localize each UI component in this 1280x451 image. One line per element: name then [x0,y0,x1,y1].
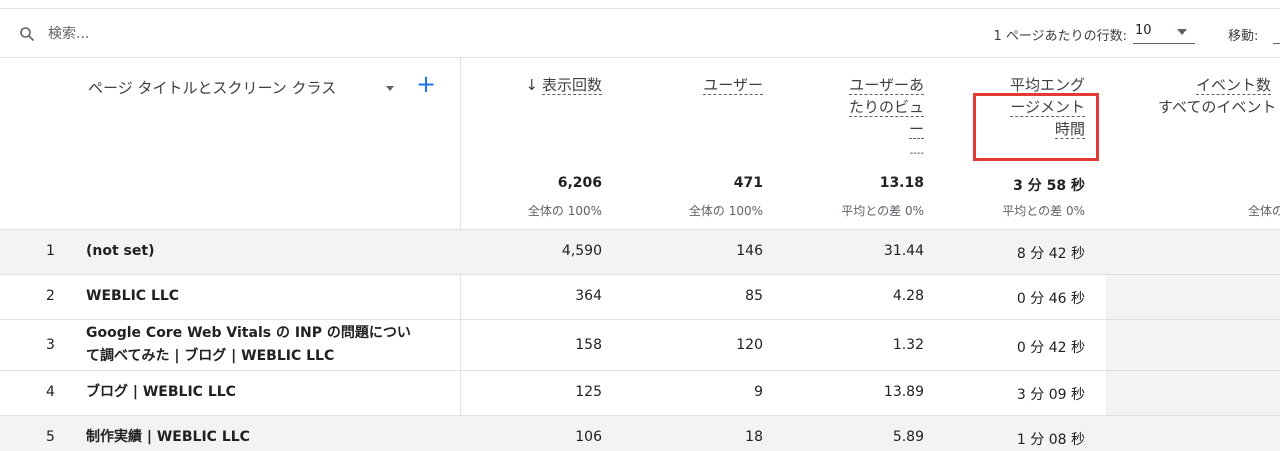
table-row[interactable]: 5 制作実績 | WEBLIC LLC 106 18 5.89 1 分 08 秒 [0,415,1280,451]
row-views: 364 [575,288,602,304]
total-views: 6,206 [557,175,602,191]
row-dimension: ブログ | WEBLIC LLC [86,384,236,400]
total-events-sub: 全体の [1248,204,1280,218]
row-views-per-user: 1.32 [892,337,924,353]
row-views: 125 [575,384,602,400]
search-input[interactable] [48,24,348,44]
header-users-label: ユーザー [703,76,763,95]
header-views-per-user[interactable]: ユーザーあ たりのビュ ー ---- [848,74,924,165]
header-event-count[interactable]: イベント数 すべてのイベント [1158,74,1276,118]
rows-per-page-label: 1 ページあたりの行数: [993,29,1127,44]
header-vpu-line3: ー [908,120,924,139]
add-dimension-button[interactable]: + [416,72,436,96]
row-avg-engagement-time: 0 分 42 秒 [1016,340,1085,356]
row-views-per-user: 31.44 [883,243,924,259]
header-vpu-line4: ---- [909,148,924,159]
table-row[interactable]: 2 WEBLIC LLC 364 85 4.28 0 分 46 秒 [0,274,1280,320]
total-views-per-user: 13.18 [879,175,924,191]
row-index: 1 [46,243,55,259]
search-icon [20,27,35,42]
row-index: 4 [46,384,55,400]
header-events-line2: すべてのイベント [1158,98,1277,116]
table-row[interactable]: 1 (not set) 4,590 146 31.44 8 分 42 秒 [0,229,1280,275]
total-users: 471 [733,175,763,191]
total-users-sub: 全体の 100% [688,204,763,218]
header-vpu-line1: ユーザーあ [849,76,924,95]
row-index: 3 [46,337,55,353]
row-avg-engagement-time: 3 分 09 秒 [1016,387,1085,403]
row-dimension-line2: て調べてみた | ブログ | WEBLIC LLC [86,348,335,364]
row-views-per-user: 13.89 [883,384,924,400]
row-dimension: (not set) [86,243,155,259]
table-row[interactable]: 3 Google Core Web Vitals の INP の問題につい て調… [0,319,1280,371]
row-views-per-user: 5.89 [892,429,924,445]
total-vpu-sub: 平均との差 0% [841,204,924,218]
row-dimension: 制作実績 | WEBLIC LLC [86,429,250,445]
goto-label: 移動: [1228,29,1259,44]
row-views: 106 [575,429,602,445]
row-users: 120 [736,337,763,353]
table-toolbar: 1 ページあたりの行数: 10 移動: [0,9,1280,58]
header-time-line2: ージメント [1010,98,1085,117]
row-dimension-line1: Google Core Web Vitals の INP の問題につい [86,325,411,341]
goto-page-input[interactable] [1273,23,1280,44]
dimension-dropdown-icon[interactable] [386,86,394,91]
row-views: 4,590 [561,243,602,259]
row-avg-engagement-time: 0 分 46 秒 [1016,291,1085,307]
header-avg-engagement-time[interactable]: 平均エング ージメント 時間 [1009,74,1085,140]
sort-arrow-icon: ↓ [525,76,538,94]
row-users: 146 [736,243,763,259]
table-row[interactable]: 4 ブログ | WEBLIC LLC 125 9 13.89 3 分 09 秒 [0,370,1280,416]
row-dimension: WEBLIC LLC [86,288,180,304]
total-time-sub: 平均との差 0% [1002,204,1085,218]
chevron-down-icon [1177,29,1187,35]
row-views-per-user: 4.28 [892,288,924,304]
row-index: 2 [46,288,55,304]
header-time-line1: 平均エング [1009,76,1085,95]
row-users: 9 [754,384,763,400]
row-users: 85 [745,288,763,304]
total-views-sub: 全体の 100% [527,204,602,218]
row-index: 5 [46,429,55,445]
header-events-line1: イベント数 [1196,76,1272,95]
header-views[interactable]: ↓ 表示回数 [525,74,602,96]
row-views: 158 [575,337,602,353]
row-dimension: Google Core Web Vitals の INP の問題につい て調べて… [86,322,411,368]
header-views-label: 表示回数 [541,76,602,95]
header-users[interactable]: ユーザー [703,74,763,96]
header-time-line3: 時間 [1054,120,1085,139]
row-avg-engagement-time: 8 分 42 秒 [1016,246,1085,262]
total-avg-engagement-time: 3 分 58 秒 [1013,178,1085,194]
dimension-header[interactable]: ページ タイトルとスクリーン クラス [88,77,336,98]
header-vpu-line2: たりのビュ [848,98,924,117]
rows-per-page-select[interactable]: 10 [1133,21,1195,44]
row-avg-engagement-time: 1 分 08 秒 [1016,432,1085,448]
rows-per-page-value: 10 [1135,23,1152,38]
row-users: 18 [745,429,763,445]
